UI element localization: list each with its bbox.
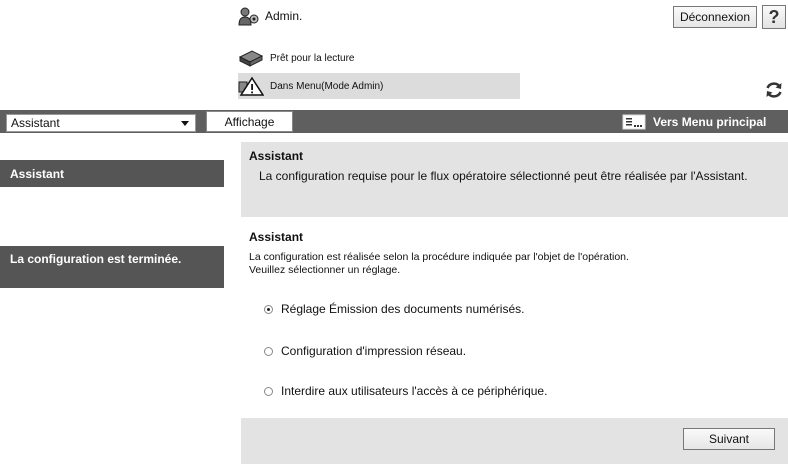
option-label: Réglage Émission des documents numérisés… — [281, 302, 525, 316]
radio-network-print[interactable] — [264, 346, 273, 356]
main-menu-icon — [622, 114, 646, 130]
status-ready: Prêt pour la lecture — [238, 48, 355, 68]
display-tab[interactable]: Affichage — [206, 111, 293, 132]
option-scan-transmission[interactable]: Réglage Émission des documents numérisés… — [264, 302, 524, 316]
main-menu-label: Vers Menu principal — [653, 115, 767, 129]
help-button[interactable]: ? — [762, 5, 786, 29]
user-info: Admin. — [238, 6, 302, 26]
admin-user-icon — [238, 7, 259, 26]
user-name: Admin. — [265, 9, 303, 23]
next-button[interactable]: Suivant — [683, 428, 775, 450]
section-description: La configuration est réalisée selon la p… — [249, 251, 769, 277]
status-menu-text: Dans Menu(Mode Admin) — [270, 80, 384, 92]
refresh-icon[interactable] — [764, 80, 784, 100]
status-ready-text: Prêt pour la lecture — [270, 52, 355, 64]
section-title: Assistant — [249, 230, 304, 244]
radio-scan-transmission[interactable] — [264, 304, 273, 314]
section-desc-line2: Veuillez sélectionner un réglage. — [249, 264, 401, 276]
radio-deny-access[interactable] — [264, 386, 273, 396]
warning-printer-icon — [238, 76, 264, 96]
mode-select[interactable]: Assistant — [6, 114, 196, 132]
mode-select-value: Assistant — [11, 116, 60, 130]
section-desc-line1: La configuration est réalisée selon la p… — [249, 251, 629, 263]
logout-button[interactable]: Déconnexion — [673, 6, 757, 28]
printer-ready-icon — [238, 50, 264, 67]
intro-text: La configuration requise pour le flux op… — [259, 169, 748, 183]
option-deny-access[interactable]: Interdire aux utilisateurs l'accès à ce … — [264, 384, 547, 398]
option-label: Configuration d'impression réseau. — [281, 344, 467, 358]
main-menu-link[interactable]: Vers Menu principal — [622, 113, 766, 131]
intro-title: Assistant — [249, 149, 304, 163]
option-network-print[interactable]: Configuration d'impression réseau. — [264, 344, 466, 358]
chevron-down-icon — [181, 121, 189, 126]
status-menu: Dans Menu(Mode Admin) — [238, 76, 383, 96]
sidebar-item-config-done: La configuration est terminée. — [0, 246, 224, 288]
option-label: Interdire aux utilisateurs l'accès à ce … — [281, 384, 548, 398]
sidebar-item-assistant[interactable]: Assistant — [0, 160, 224, 187]
